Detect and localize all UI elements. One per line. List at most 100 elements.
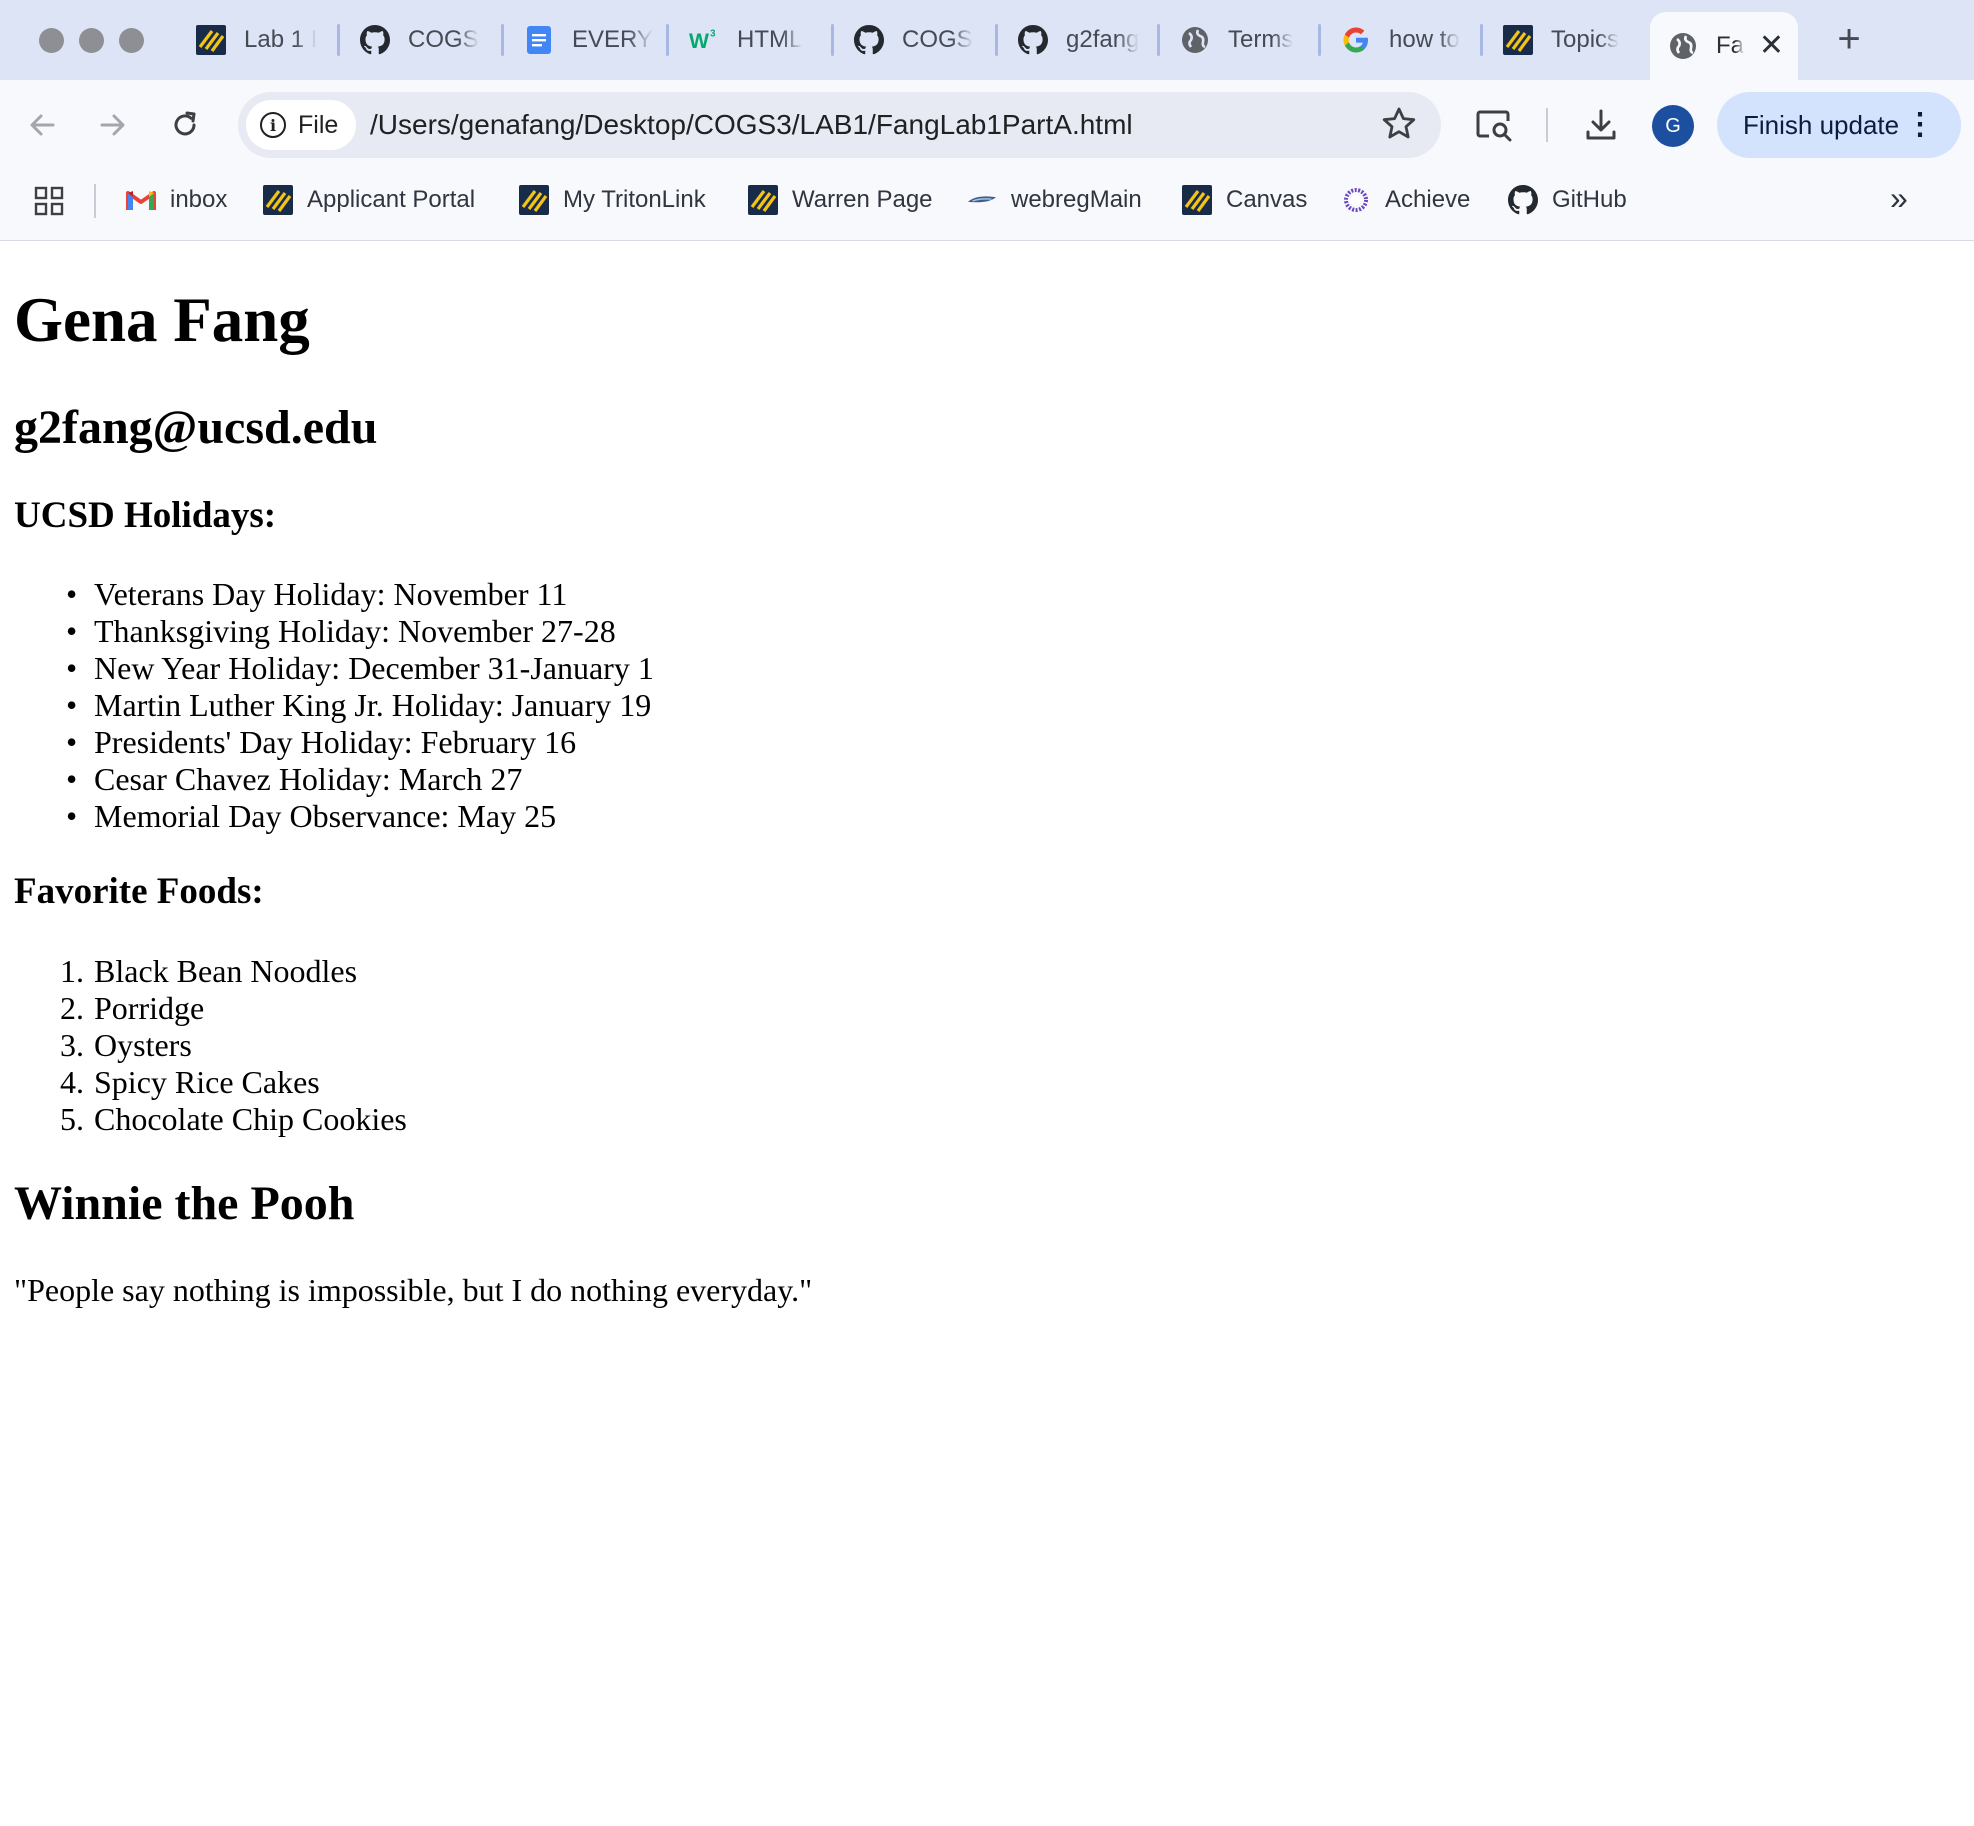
window-zoom-button[interactable] bbox=[119, 28, 144, 53]
close-tab-icon[interactable]: ✕ bbox=[1759, 31, 1784, 61]
more-bookmarks-icon[interactable]: » bbox=[1890, 180, 1908, 217]
more-menu-icon[interactable]: ⋮ bbox=[1905, 110, 1935, 140]
list-item-text: Porridge bbox=[94, 990, 205, 1026]
search-tabs-button[interactable] bbox=[1469, 100, 1519, 150]
bookmark-label: inbox bbox=[170, 186, 228, 213]
bookmark-label: Warren Page bbox=[792, 186, 933, 213]
github-icon bbox=[1018, 25, 1048, 55]
window-minimize-button[interactable] bbox=[79, 28, 104, 53]
ucsd-icon bbox=[263, 185, 293, 215]
tab-title: Topics bbox=[1551, 26, 1620, 53]
tab-cogs-github-2[interactable]: COGS bbox=[836, 14, 988, 66]
achieve-icon bbox=[1341, 185, 1371, 215]
ucsd-icon bbox=[1503, 25, 1533, 55]
holidays-list: Veterans Day Holiday: November 11 Thanks… bbox=[66, 576, 654, 835]
tab-topics[interactable]: Topics bbox=[1485, 14, 1635, 66]
list-number: 5. bbox=[60, 1101, 84, 1137]
apps-grid-icon[interactable] bbox=[34, 186, 64, 216]
new-tab-button[interactable]: + bbox=[1823, 14, 1875, 66]
reload-button[interactable] bbox=[160, 100, 210, 150]
github-icon bbox=[360, 25, 390, 55]
tab-terms[interactable]: Terms bbox=[1162, 14, 1314, 66]
bookmark-inbox[interactable]: inbox bbox=[126, 176, 227, 224]
window-close-button[interactable] bbox=[39, 28, 64, 53]
profile-avatar[interactable]: G bbox=[1652, 105, 1694, 147]
bookmark-label: Applicant Portal bbox=[307, 186, 476, 213]
foods-list: 1. Black Bean Noodles 2. Porridge 3. Oyster… bbox=[60, 953, 407, 1138]
list-item: Cesar Chavez Holiday: March 27 bbox=[66, 761, 654, 798]
bookmark-canvas[interactable]: Canvas bbox=[1182, 176, 1307, 224]
bookmark-label: GitHub bbox=[1552, 186, 1627, 213]
list-item: 5. Chocolate Chip Cookies bbox=[60, 1101, 407, 1138]
quote-text: "People say nothing is impossible, but I… bbox=[14, 1272, 813, 1308]
arrow-left-icon bbox=[30, 114, 55, 136]
bookmarks-bar: inbox Applicant Portal My TritonLink War… bbox=[0, 176, 1974, 224]
list-number: 4. bbox=[60, 1064, 84, 1100]
toolbar-divider bbox=[1546, 108, 1548, 142]
ucsd-icon bbox=[1182, 185, 1212, 215]
list-item-text: Oysters bbox=[94, 1027, 192, 1063]
tab-google-search[interactable]: how to bbox=[1323, 14, 1475, 66]
tab-active-page[interactable]: Fa ✕ bbox=[1650, 12, 1798, 80]
bookmark-warren-page[interactable]: Warren Page bbox=[748, 176, 933, 224]
downloads-button[interactable] bbox=[1576, 100, 1626, 150]
svg-text:3: 3 bbox=[710, 28, 716, 39]
tab-divider bbox=[501, 24, 504, 56]
back-button[interactable] bbox=[17, 100, 67, 150]
tab-g2fang-github[interactable]: g2fang bbox=[1000, 14, 1150, 66]
list-item: 2. Porridge bbox=[60, 990, 407, 1027]
url-text[interactable]: /Users/genafang/Desktop/COGS3/LAB1/FangL… bbox=[370, 92, 1133, 158]
bookmark-webregmain[interactable]: webregMain bbox=[967, 176, 1142, 224]
bookmark-label: Achieve bbox=[1385, 186, 1471, 213]
webreg-icon bbox=[967, 185, 997, 215]
bookmark-label: My TritonLink bbox=[563, 186, 706, 213]
bookmarks-divider bbox=[94, 184, 96, 218]
finish-update-label: Finish update bbox=[1743, 109, 1900, 140]
github-icon bbox=[854, 25, 884, 55]
ucsd-icon bbox=[748, 185, 778, 215]
tab-title: how to bbox=[1389, 26, 1460, 53]
scheme-label: File bbox=[298, 110, 339, 139]
github-icon bbox=[1508, 185, 1538, 215]
page-content: Gena Fang g2fang@ucsd.edu UCSD Holidays:… bbox=[0, 242, 1974, 1826]
tab-strip: Lab 1 I COGS EVERY W3 HTML COGS g2fang T… bbox=[0, 0, 1974, 80]
list-item: 3. Oysters bbox=[60, 1027, 407, 1064]
quote-heading: Winnie the Pooh bbox=[14, 1177, 355, 1230]
site-info-chip[interactable]: i File bbox=[246, 100, 357, 150]
list-item: Presidents' Day Holiday: February 16 bbox=[66, 724, 654, 761]
tab-divider bbox=[666, 24, 669, 56]
tab-every-doc[interactable]: EVERY bbox=[506, 14, 658, 66]
list-number: 2. bbox=[60, 990, 84, 1026]
tab-title: g2fang bbox=[1066, 26, 1140, 53]
list-number: 3. bbox=[60, 1027, 84, 1063]
tab-html-w3schools[interactable]: W3 HTML bbox=[671, 14, 823, 66]
tab-divider bbox=[995, 24, 998, 56]
gmail-icon bbox=[126, 185, 156, 215]
finish-update-button[interactable]: Finish update ⋮ bbox=[1717, 92, 1961, 158]
address-bar[interactable]: i File /Users/genafang/Desktop/COGS3/LAB… bbox=[238, 92, 1441, 158]
arrow-right-icon bbox=[100, 114, 125, 136]
tab-lab1[interactable]: Lab 1 I bbox=[178, 14, 328, 66]
list-item: 1. Black Bean Noodles bbox=[60, 953, 407, 990]
browser-chrome: Lab 1 I COGS EVERY W3 HTML COGS g2fang T… bbox=[0, 0, 1974, 241]
tab-title: Fa bbox=[1716, 32, 1745, 59]
globe-icon bbox=[1668, 31, 1698, 61]
list-item: Martin Luther King Jr. Holiday: January … bbox=[66, 687, 654, 724]
tab-search-icon bbox=[1476, 110, 1512, 142]
tab-cogs-github[interactable]: COGS bbox=[342, 14, 492, 66]
tab-title: COGS bbox=[902, 26, 973, 53]
bookmark-label: webregMain bbox=[1011, 186, 1142, 213]
bookmark-my-tritonlink[interactable]: My TritonLink bbox=[519, 176, 706, 224]
list-item: Memorial Day Observance: May 25 bbox=[66, 798, 654, 835]
bookmark-github[interactable]: GitHub bbox=[1508, 176, 1627, 224]
bookmark-achieve[interactable]: Achieve bbox=[1341, 176, 1470, 224]
list-item: New Year Holiday: December 31-January 1 bbox=[66, 650, 654, 687]
list-number: 1. bbox=[60, 953, 84, 989]
list-item-text: Spicy Rice Cakes bbox=[94, 1064, 320, 1100]
bookmark-star-icon[interactable] bbox=[1379, 104, 1419, 144]
w3schools-icon: W3 bbox=[689, 25, 719, 55]
forward-button[interactable] bbox=[88, 100, 138, 150]
tab-divider bbox=[337, 24, 340, 56]
list-item: Veterans Day Holiday: November 11 bbox=[66, 576, 654, 613]
bookmark-applicant-portal[interactable]: Applicant Portal bbox=[263, 176, 475, 224]
